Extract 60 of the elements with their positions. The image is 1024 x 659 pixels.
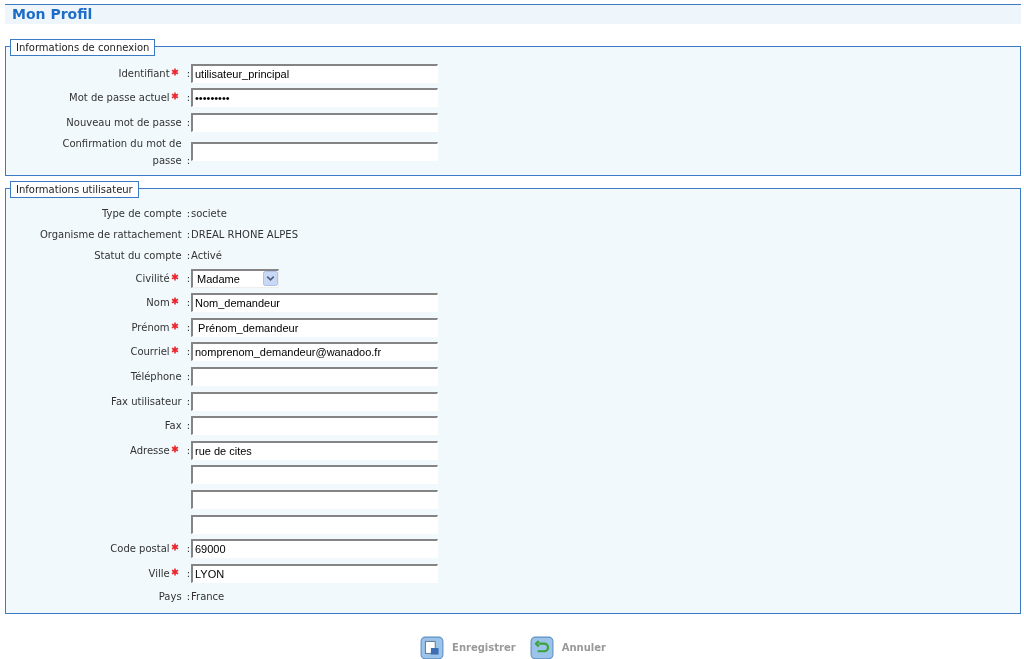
field-label: Adresse	[130, 443, 170, 458]
text-field[interactable]: utilisateur_principal	[191, 63, 438, 83]
label-colon: :	[186, 66, 190, 81]
text-field[interactable]: Prénom_demandeur	[191, 317, 438, 337]
label-colon: :	[186, 589, 190, 604]
field-label: Type de compte	[102, 206, 182, 221]
field-label: Code postal	[110, 542, 170, 557]
field-label: Confirmation du mot de passe	[61, 136, 182, 168]
field-label: Statut du compte	[94, 248, 182, 263]
field-value: societe	[191, 207, 227, 219]
label-colon: :	[186, 206, 190, 221]
section-legend: Informations de connexion	[10, 39, 156, 56]
field-value: DREAL RHONE ALPES	[191, 228, 298, 240]
text-field[interactable]	[191, 142, 438, 162]
label-colon: :	[186, 320, 190, 335]
field-label: Nouveau mot de passe	[66, 116, 182, 130]
label-colon: :	[186, 248, 190, 263]
page-title: Mon Profil	[12, 6, 93, 22]
label-colon: :	[186, 419, 190, 434]
label-colon: :	[186, 91, 190, 106]
field-label: Organisme de rattachement	[39, 227, 182, 242]
field-label: Nom	[146, 296, 170, 311]
text-field[interactable]: Nom_demandeur	[191, 293, 438, 313]
text-field[interactable]	[191, 391, 438, 411]
field-label: Civilité	[135, 271, 170, 286]
label-colon: :	[186, 566, 190, 581]
section-legend: Informations utilisateur	[10, 180, 139, 198]
text-field[interactable]: nomprenom_demandeur@wanadoo.fr	[191, 342, 438, 362]
field-value: Activé	[191, 249, 222, 261]
text-field[interactable]	[191, 416, 438, 436]
label-colon: :	[186, 394, 190, 409]
field-label: Ville	[148, 566, 170, 581]
text-field[interactable]	[191, 489, 438, 509]
label-colon: :	[186, 369, 190, 384]
label-colon: :	[186, 296, 190, 311]
text-field[interactable]	[191, 366, 438, 386]
field-label: Fax utilisateur	[111, 394, 182, 409]
label-colon: :	[186, 345, 190, 360]
text-field[interactable]	[191, 113, 438, 132]
label-colon: :	[186, 227, 190, 242]
field-label: Prénom	[131, 320, 170, 335]
label-colon: :	[186, 153, 190, 168]
text-field[interactable]: LYON	[191, 563, 438, 583]
text-field[interactable]: 69000	[191, 539, 438, 559]
field-value: France	[191, 590, 225, 602]
field-label: Fax	[164, 419, 182, 434]
text-field[interactable]	[191, 514, 438, 534]
label-colon: :	[186, 542, 190, 557]
select-dropdown[interactable]: Madame	[191, 268, 279, 288]
label-colon: :	[186, 443, 190, 458]
field-label: Identifiant	[118, 66, 170, 81]
text-field[interactable]: rue de cites	[191, 440, 438, 460]
field-label: Téléphone	[130, 369, 182, 384]
label-colon: :	[186, 271, 190, 286]
field-label: Courriel	[130, 345, 170, 360]
field-label: Pays	[158, 589, 182, 604]
label-colon: :	[186, 116, 190, 130]
text-field[interactable]: •••••••••	[191, 88, 438, 108]
field-label: Mot de passe actuel	[69, 91, 170, 106]
text-field[interactable]	[191, 465, 438, 485]
